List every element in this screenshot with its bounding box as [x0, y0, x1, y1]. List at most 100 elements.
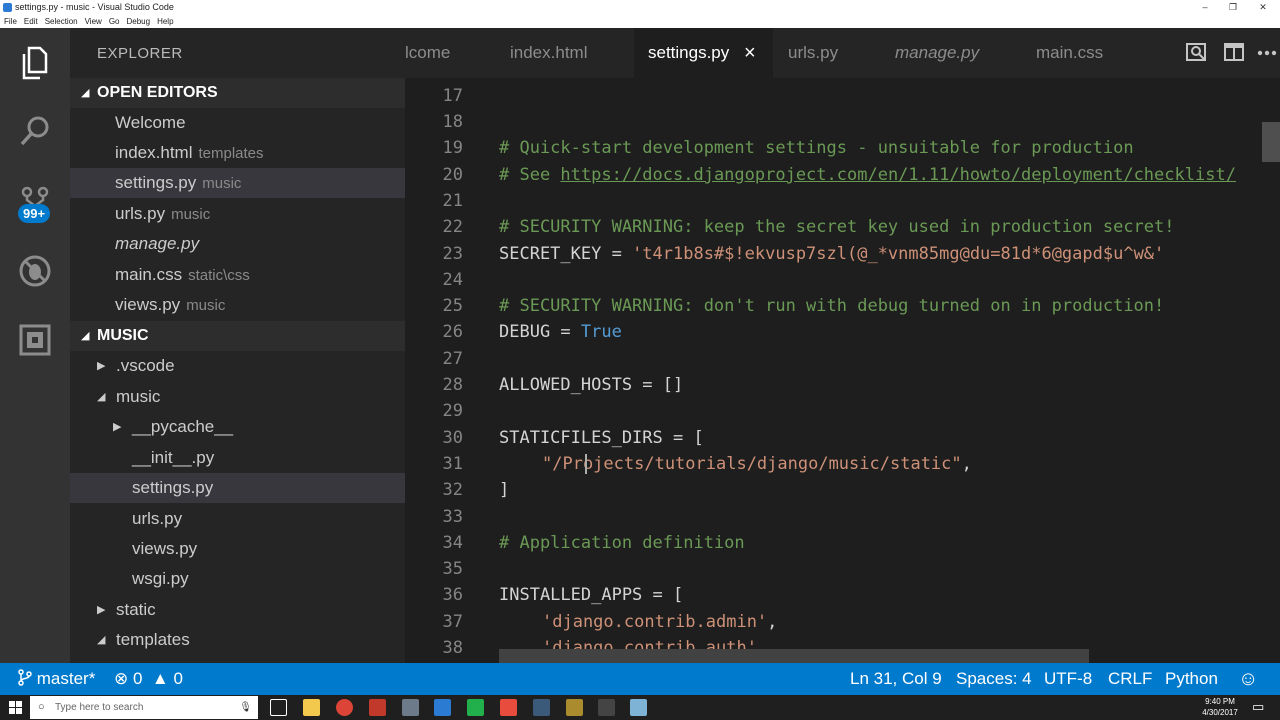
menu-file[interactable]: File [4, 15, 17, 28]
debug-activity[interactable] [0, 241, 70, 301]
network-tool-icon[interactable] [402, 699, 419, 716]
code-text: ALLOWED_HOSTS = [] [499, 375, 684, 395]
feedback-smiley-icon[interactable]: ☺ [1238, 663, 1258, 695]
tree-item-label: .vscode [116, 356, 175, 375]
line-number: 33 [442, 507, 463, 527]
windows-taskbar: ○ Type here to search 🎙 9:40 PM 4/30/201… [0, 695, 1280, 720]
task-view-icon[interactable] [270, 699, 287, 716]
taskbar-search[interactable]: ○ Type here to search 🎙 [30, 696, 258, 719]
open-editor-item[interactable]: index.html templates [70, 138, 405, 168]
menu-selection[interactable]: Selection [45, 15, 78, 28]
branch-status[interactable]: master* [18, 663, 95, 695]
close-icon[interactable]: × [744, 28, 756, 78]
tree-item[interactable]: ▶ __pycache__ [70, 412, 405, 442]
open-editor-name: settings.py [115, 173, 197, 192]
tree-item[interactable]: views.py [70, 534, 405, 564]
file-explorer-icon[interactable] [303, 699, 320, 716]
code-text: SECRET_KEY = [499, 244, 633, 264]
menu-bar: File Edit Selection View Go Debug Help [0, 15, 1280, 28]
open-editor-item[interactable]: views.py music [70, 290, 405, 320]
debug-icon [19, 255, 51, 287]
open-editor-folder: music [202, 175, 242, 192]
menu-edit[interactable]: Edit [24, 15, 38, 28]
vscode-logo-icon [3, 3, 12, 12]
line-number: 17 [442, 86, 463, 106]
line-number: 30 [442, 428, 463, 448]
tree-item[interactable]: __init__.py [70, 443, 405, 473]
tab-manage-py[interactable]: manage.py [879, 28, 1018, 78]
tab-urls-py[interactable]: urls.py [773, 28, 879, 78]
open-editor-item[interactable]: manage.py [70, 229, 405, 259]
more-actions-icon[interactable] [1257, 50, 1277, 56]
close-window-icon[interactable]: ✕ [1248, 0, 1278, 15]
line-number: 32 [442, 480, 463, 500]
filezilla-icon[interactable] [369, 699, 386, 716]
line-number: 18 [442, 112, 463, 132]
tab-welcome[interactable]: lcome [405, 28, 495, 78]
indentation-status[interactable]: Spaces: 4 [956, 663, 1032, 695]
restore-icon[interactable]: ❐ [1218, 0, 1248, 15]
open-editor-folder: music [186, 297, 226, 314]
windows-start-icon[interactable] [9, 701, 22, 714]
code-link[interactable]: https://docs.djangoproject.com/en/1.11/h… [560, 165, 1236, 185]
cursor-position[interactable]: Ln 31, Col 9 [850, 663, 942, 695]
tab-label: lcome [405, 43, 451, 62]
code-string: 'django.contrib.admin' [542, 612, 768, 632]
eol-status[interactable]: CRLF [1108, 663, 1152, 695]
open-editor-item[interactable]: settings.py music [70, 168, 405, 198]
open-editors-header[interactable]: ◢ OPEN EDITORS [70, 78, 405, 108]
minimize-icon[interactable]: – [1190, 0, 1220, 15]
tree-item[interactable]: urls.py [70, 504, 405, 534]
terminal-icon[interactable] [598, 699, 615, 716]
search-icon: ○ [38, 701, 45, 713]
chevron-right-icon: ▶ [97, 360, 106, 372]
folder-header[interactable]: ◢ MUSIC [70, 321, 405, 351]
notification-icon[interactable]: ▭ [1252, 699, 1264, 715]
folder-label: MUSIC [97, 327, 149, 344]
search-activity[interactable] [0, 101, 70, 161]
explorer-sidebar: EXPLORER ◢ OPEN EDITORS Welcome index.ht… [70, 28, 405, 663]
open-editor-item[interactable]: Welcome [70, 108, 405, 138]
menu-view[interactable]: View [85, 15, 102, 28]
notepad-icon[interactable] [630, 699, 647, 716]
extensions-activity[interactable] [0, 310, 70, 370]
open-editor-item[interactable]: urls.py music [70, 199, 405, 229]
open-editor-item[interactable]: main.css static\css [70, 260, 405, 290]
open-changes-icon[interactable] [1185, 42, 1209, 64]
tree-item[interactable]: settings.py [70, 473, 405, 503]
git-tool-icon[interactable] [566, 699, 583, 716]
code-string: 't4r1b8s#$!ekvusp7szl(@_*vnm85mg@du=81d*… [632, 244, 1165, 264]
encoding-status[interactable]: UTF-8 [1044, 663, 1092, 695]
tree-item[interactable]: wsgi.py [70, 564, 405, 594]
code-editor[interactable]: 17 18 19 # Quick-start development settin… [405, 78, 1280, 663]
tree-item[interactable]: ◢ music [70, 382, 405, 412]
git-branch-icon [18, 669, 32, 686]
taskbar-clock[interactable]: 9:40 PM 4/30/2017 [1195, 696, 1245, 718]
tab-index-html[interactable]: index.html [495, 28, 634, 78]
tree-item[interactable]: ▶ static [70, 595, 405, 625]
open-editor-name: views.py [115, 295, 181, 314]
menu-debug[interactable]: Debug [126, 15, 150, 28]
chrome-icon[interactable] [336, 699, 353, 716]
tab-main-css[interactable]: main.css [1018, 28, 1158, 78]
explorer-activity[interactable] [0, 33, 70, 93]
problems-status[interactable]: ⊗ 0 ▲ 0 [114, 663, 183, 695]
menu-go[interactable]: Go [109, 15, 120, 28]
vscode-taskbar-icon[interactable] [434, 699, 451, 716]
line-number: 23 [442, 244, 463, 264]
steam-icon[interactable] [533, 699, 550, 716]
split-editor-icon[interactable] [1223, 42, 1245, 62]
tree-item-label: templates [116, 630, 190, 649]
app-c-icon[interactable] [500, 699, 517, 716]
pycharm-icon[interactable] [467, 699, 484, 716]
menu-help[interactable]: Help [157, 15, 173, 28]
tree-item[interactable]: ◢ templates [70, 625, 405, 655]
vertical-scrollbar[interactable] [1262, 122, 1280, 162]
error-count: 0 [132, 669, 143, 688]
language-mode[interactable]: Python [1165, 663, 1218, 695]
open-editor-name: urls.py [115, 204, 166, 223]
tree-item[interactable]: ▶ .vscode [70, 351, 405, 381]
horizontal-scrollbar[interactable] [499, 649, 1089, 663]
microphone-icon[interactable]: 🎙 [239, 696, 252, 719]
tab-settings-py[interactable]: settings.py × [634, 28, 773, 78]
